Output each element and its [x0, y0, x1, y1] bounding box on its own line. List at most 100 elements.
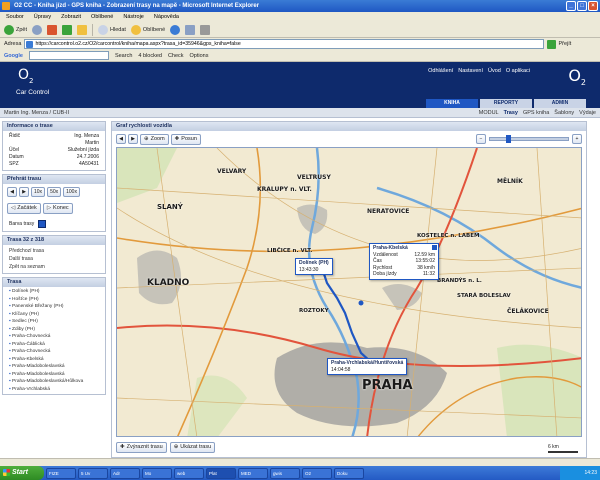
favorites-button[interactable]: Oblíbené	[130, 24, 165, 35]
maximize-button[interactable]: □	[577, 1, 587, 11]
waypoint-callout-detail[interactable]: Praha-Kbelská Vzdálenost 12.59 km Čas 13:5…	[369, 243, 439, 280]
route-item[interactable]: Praha-Vrchlabská	[9, 386, 99, 394]
subnav-vydaje[interactable]: Výdaje	[579, 108, 596, 118]
google-check-button[interactable]: Check	[168, 53, 184, 59]
playback-panel: Přehrát trasu ◀ ▶ 10x 50x 100x ◁ Začátek …	[2, 174, 106, 232]
info-key: Účel	[9, 147, 20, 153]
menu-help[interactable]: Nápověda	[154, 12, 179, 22]
brand-letter-right: O	[568, 66, 581, 85]
menu-view[interactable]: Zobrazit	[61, 12, 81, 22]
taskbar-item[interactable]: MED	[238, 467, 268, 479]
waypoint-callout-start[interactable]: Dolínek (PH) 13:43:30	[295, 258, 333, 275]
speed-100x-button[interactable]: 100x	[63, 187, 80, 197]
waypoint-callout-end[interactable]: Praha-Vrchlabská/Huntířovská 14:04:58	[327, 358, 408, 375]
route-item[interactable]: Praha-Čáblická	[9, 341, 99, 349]
pan-tool-button[interactable]: ✚ Posun	[170, 134, 201, 145]
google-search-input[interactable]	[28, 51, 109, 60]
route-item[interactable]: Praha-Chovnecká	[9, 348, 99, 356]
highlight-route-button[interactable]: ✚ Zvýraznit trasu	[116, 442, 167, 453]
google-search-button[interactable]: Search	[115, 53, 132, 59]
tab-admin[interactable]: ADMIN	[534, 99, 586, 108]
forward-icon[interactable]	[32, 24, 43, 35]
taskbar-item[interactable]: Mo	[142, 467, 172, 479]
settings-link[interactable]: Nastavení	[458, 68, 483, 74]
prev-route-link[interactable]: Předchozí trasa	[3, 247, 105, 255]
google-options-button[interactable]: Options	[190, 53, 209, 59]
zoom-control: − +	[476, 134, 582, 144]
close-button[interactable]: ×	[588, 1, 598, 11]
route-item[interactable]: Dolínek (PH)	[9, 288, 99, 296]
stop-icon[interactable]	[47, 24, 58, 35]
taskbar-item[interactable]: gwis	[270, 467, 300, 479]
map-back-button[interactable]: ◀	[116, 134, 126, 144]
start-button[interactable]: Start	[0, 466, 44, 480]
tab-reporty[interactable]: REPORTY	[480, 99, 532, 108]
play-button[interactable]: ▶	[19, 187, 29, 197]
rewind-button[interactable]: ◀	[7, 187, 17, 197]
popup-blocked[interactable]: 4 blocked	[138, 53, 162, 59]
map-forward-button[interactable]: ▶	[128, 134, 138, 144]
home-icon[interactable]	[77, 24, 88, 35]
callout-key: Doba jízdy	[373, 271, 397, 277]
go-button[interactable]: Přejít	[547, 39, 571, 49]
menu-file[interactable]: Soubor	[6, 12, 24, 22]
route-item[interactable]: Praha-Mladoboleslavská	[9, 363, 99, 371]
search-button[interactable]: Hledat	[98, 24, 126, 35]
taskbar-item[interactable]: O2	[302, 467, 332, 479]
address-input[interactable]: https://carcontrol.o2.cz/O2/carcontrol/k…	[24, 39, 545, 49]
callout-close-icon[interactable]	[432, 245, 437, 250]
map-canvas[interactable]: VELVARY KRALUPY n. VLT. VELTRUSY NERATOV…	[116, 147, 582, 437]
taskbar-item[interactable]: web	[174, 467, 204, 479]
subnav-modul[interactable]: MODUL	[479, 108, 499, 118]
callout-table: Vzdálenost 12.59 km Čas 13:55:02 Rychlost 3…	[373, 252, 435, 278]
zoom-tool-button[interactable]: ⊕ Zoom	[140, 134, 169, 145]
refresh-icon[interactable]	[62, 24, 73, 35]
route-item[interactable]: Klíčany (PH)	[9, 311, 99, 319]
route-color-swatch[interactable]	[38, 220, 47, 228]
menu-favorites[interactable]: Oblíbené	[91, 12, 113, 22]
info-key: Datum	[9, 154, 24, 160]
menu-edit[interactable]: Úpravy	[34, 12, 51, 22]
route-item[interactable]: Sedlec (PH)	[9, 318, 99, 326]
start-button[interactable]: ◁ Začátek	[7, 203, 41, 214]
taskbar-item[interactable]: FIZE	[46, 467, 76, 479]
home-link[interactable]: Úvod	[488, 68, 501, 74]
route-item[interactable]: Praha-Mladoboleslavská	[9, 371, 99, 379]
place-label: SLANÝ	[157, 203, 183, 211]
zoom-knob[interactable]	[506, 135, 511, 143]
mail-icon[interactable]	[185, 24, 196, 35]
minimize-button[interactable]: _	[566, 1, 576, 11]
subnav-trasy[interactable]: Trasy	[504, 108, 518, 118]
route-item[interactable]: Hošťce (PH)	[9, 296, 99, 304]
next-route-link[interactable]: Další trasa	[3, 255, 105, 263]
logout-link[interactable]: Odhlášení	[428, 68, 453, 74]
taskbar-item[interactable]: Doku	[334, 467, 364, 479]
subnav-sablony[interactable]: Šablony	[554, 108, 574, 118]
back-button[interactable]: Zpět	[4, 24, 27, 35]
history-icon[interactable]	[170, 24, 181, 35]
current-user: Martin Ing. Menza / CUB-II	[4, 110, 70, 116]
menu-tools[interactable]: Nástroje	[123, 12, 143, 22]
route-item[interactable]: Praha-Mladoboleslavská/Hůlkova	[9, 378, 99, 386]
zoom-out-button[interactable]: −	[476, 134, 486, 144]
route-item[interactable]: Panenské Břežany (PH)	[9, 303, 99, 311]
zoom-in-button[interactable]: +	[572, 134, 582, 144]
zoom-slider[interactable]	[489, 135, 569, 143]
route-item[interactable]: Zdiby (PH)	[9, 326, 99, 334]
tab-kniha[interactable]: KNIHA	[426, 99, 478, 108]
info-key: Řidič	[9, 133, 21, 139]
speed-50x-button[interactable]: 50x	[47, 187, 62, 197]
speed-10x-button[interactable]: 10x	[31, 187, 46, 197]
subnav-gps-kniha[interactable]: GPS kniha	[523, 108, 549, 118]
route-panel-title: Trasa	[3, 278, 105, 287]
route-item[interactable]: Praha-Chovnecká	[9, 333, 99, 341]
print-icon[interactable]	[200, 24, 211, 35]
taskbar-item[interactable]: Adr	[110, 467, 140, 479]
show-route-button[interactable]: ⊕ Ukázat trasu	[169, 442, 216, 453]
taskbar-item[interactable]: 5 Uv	[78, 467, 108, 479]
route-item[interactable]: Praha-Kbelská	[9, 356, 99, 364]
back-to-list-link[interactable]: Zpět na seznam	[3, 263, 105, 271]
about-link[interactable]: O aplikaci	[506, 68, 530, 74]
taskbar-item[interactable]: Plat	[206, 467, 236, 479]
end-button[interactable]: ▷ Konec	[42, 203, 73, 214]
